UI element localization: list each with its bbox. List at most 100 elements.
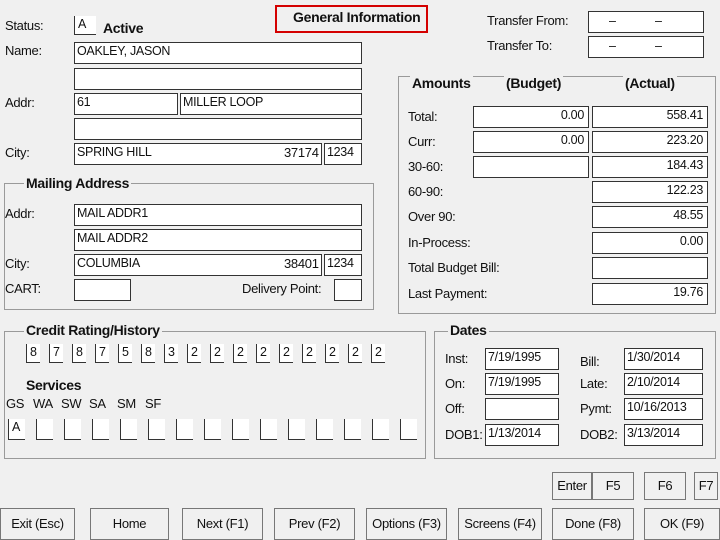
name-label: Name: (5, 43, 42, 58)
transfer-from-label: Transfer From: (487, 13, 569, 28)
cart-label: CART: (5, 281, 41, 296)
mailing-zip-field[interactable]: 38401 (284, 256, 319, 271)
service-cell[interactable] (92, 419, 109, 440)
credit-history-cell[interactable]: 2 (256, 344, 270, 363)
bill-label: Bill: (580, 354, 600, 369)
transfer-from-field[interactable]: – – (588, 11, 704, 33)
f6-button[interactable]: F6 (644, 472, 686, 500)
on-field[interactable]: 7/19/1995 (485, 373, 559, 395)
next-button[interactable]: Next (F1) (182, 508, 263, 540)
service-cell[interactable] (64, 419, 81, 440)
amount-actual-field[interactable]: 558.41 (592, 106, 708, 128)
service-cell[interactable] (260, 419, 277, 440)
service-cell[interactable] (120, 419, 137, 440)
amount-actual-field[interactable]: 19.76 (592, 283, 708, 305)
service-cell[interactable] (148, 419, 165, 440)
transfer-to-field[interactable]: – – (588, 36, 704, 58)
service-cell[interactable] (204, 419, 221, 440)
bill-field[interactable]: 1/30/2014 (624, 348, 703, 370)
amount-row-label: Last Payment: (408, 286, 488, 301)
credit-history-cell[interactable]: 8 (26, 344, 40, 363)
off-field[interactable] (485, 398, 559, 420)
amount-row-label: Total Budget Bill: (408, 260, 500, 275)
service-cell[interactable] (232, 419, 249, 440)
delivery-point-field[interactable] (334, 279, 362, 301)
ok-button[interactable]: OK (F9) (644, 508, 720, 540)
credit-history-cell[interactable]: 3 (164, 344, 178, 363)
dob1-label: DOB1: (445, 427, 483, 442)
dates-header: Dates (448, 322, 489, 338)
service-cell[interactable] (176, 419, 193, 440)
amount-actual-field[interactable]: 184.43 (592, 156, 708, 178)
credit-history-cell[interactable]: 2 (302, 344, 316, 363)
amount-budget-field[interactable] (473, 156, 589, 178)
addr-line2-field[interactable] (74, 118, 362, 140)
amount-actual-field[interactable]: 223.20 (592, 131, 708, 153)
credit-history-cell[interactable]: 5 (118, 344, 132, 363)
credit-rating-header: Credit Rating/History (24, 322, 162, 338)
inst-field[interactable]: 7/19/1995 (485, 348, 559, 370)
done-button[interactable]: Done (F8) (552, 508, 634, 540)
options-button[interactable]: Options (F3) (366, 508, 447, 540)
f5-button[interactable]: F5 (592, 472, 634, 500)
credit-history-cell[interactable]: 7 (95, 344, 109, 363)
late-field[interactable]: 2/10/2014 (624, 373, 703, 395)
city-zip-field[interactable]: 37174 (284, 145, 319, 160)
dob2-field[interactable]: 3/13/2014 (624, 424, 703, 446)
amount-budget-field[interactable]: 0.00 (473, 106, 589, 128)
credit-history-cell[interactable]: 2 (233, 344, 247, 363)
credit-history-cell[interactable]: 8 (72, 344, 86, 363)
prev-button[interactable]: Prev (F2) (274, 508, 355, 540)
service-code-label: GS (6, 396, 25, 411)
status-field[interactable]: A (74, 16, 96, 35)
cart-field[interactable] (74, 279, 131, 301)
page-title: General Information (293, 9, 421, 25)
exit-button[interactable]: Exit (Esc) (0, 508, 75, 540)
mailing-zip4-field[interactable]: 1234 (324, 254, 362, 276)
service-code-label: SW (61, 396, 82, 411)
late-label: Late: (580, 376, 608, 391)
credit-history-cell[interactable]: 2 (348, 344, 362, 363)
amount-actual-field[interactable]: 48.55 (592, 206, 708, 228)
addr-street-field[interactable]: MILLER LOOP (180, 93, 362, 115)
credit-history-cell[interactable]: 2 (210, 344, 224, 363)
mailing-addr1-field[interactable]: MAIL ADDR1 (74, 204, 362, 226)
home-button[interactable]: Home (90, 508, 169, 540)
mailing-city-label: City: (5, 256, 30, 271)
service-cell[interactable] (400, 419, 417, 440)
enter-button[interactable]: Enter (552, 472, 592, 500)
addr-number-field[interactable]: 61 (74, 93, 178, 115)
credit-history-cell[interactable]: 2 (325, 344, 339, 363)
service-cell[interactable] (344, 419, 361, 440)
inst-label: Inst: (445, 351, 469, 366)
dob1-field[interactable]: 1/13/2014 (485, 424, 559, 446)
mailing-address-header: Mailing Address (24, 175, 132, 191)
service-cell[interactable] (316, 419, 333, 440)
pymt-field[interactable]: 10/16/2013 (624, 398, 703, 420)
credit-history-cell[interactable]: 8 (141, 344, 155, 363)
amount-actual-field[interactable]: 122.23 (592, 181, 708, 203)
credit-history-cell[interactable]: 2 (279, 344, 293, 363)
credit-history-cell[interactable]: 2 (371, 344, 385, 363)
name-line2-field[interactable] (74, 68, 362, 90)
service-cell[interactable] (36, 419, 53, 440)
service-cell[interactable]: A (8, 419, 25, 440)
f7-button[interactable]: F7 (694, 472, 718, 500)
name-field[interactable]: OAKLEY, JASON (74, 42, 362, 64)
amounts-header: Amounts (410, 75, 473, 91)
service-cell[interactable] (288, 419, 305, 440)
amount-row-label: 60-90: (408, 184, 444, 199)
budget-header: (Budget) (504, 75, 564, 91)
amount-row-label: Total: (408, 109, 438, 124)
amount-budget-field[interactable]: 0.00 (473, 131, 589, 153)
amount-actual-field[interactable]: 0.00 (592, 232, 708, 254)
mailing-addr2-field[interactable]: MAIL ADDR2 (74, 229, 362, 251)
service-cell[interactable] (372, 419, 389, 440)
amount-actual-field[interactable] (592, 257, 708, 279)
city-zip4-field[interactable]: 1234 (324, 143, 362, 165)
screens-button[interactable]: Screens (F4) (458, 508, 542, 540)
actual-header: (Actual) (623, 75, 677, 91)
transfer-from-b: – (655, 14, 662, 28)
credit-history-cell[interactable]: 2 (187, 344, 201, 363)
credit-history-cell[interactable]: 7 (49, 344, 63, 363)
